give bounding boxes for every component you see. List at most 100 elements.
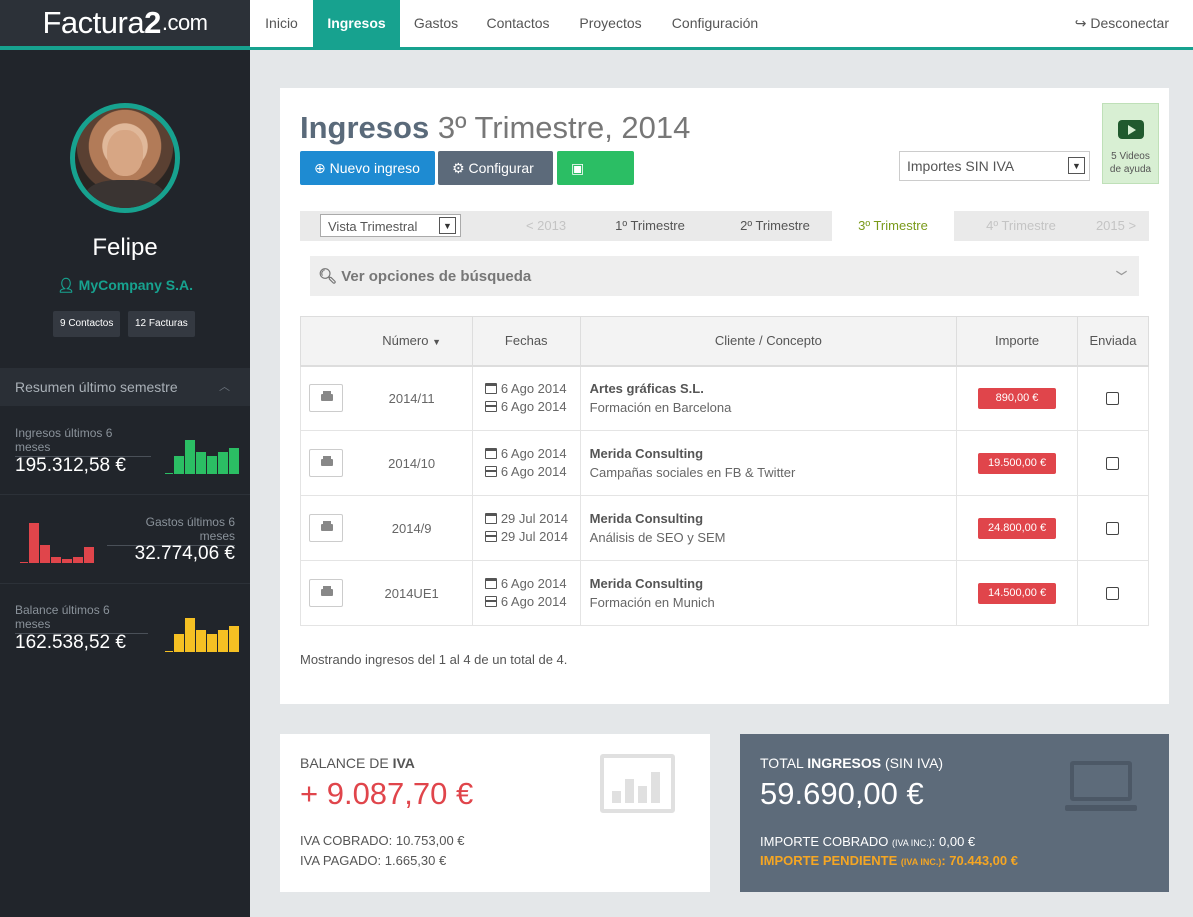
chevron-down-icon: ﹀ — [1116, 271, 1127, 283]
logout-button[interactable]: ↪ Desconectar — [1075, 0, 1169, 47]
company-name[interactable]: 👤︎ MyCompany S.A. — [0, 277, 250, 294]
sparkline-bar — [196, 630, 206, 652]
column-client[interactable]: Cliente / Concepto — [579, 316, 958, 367]
nav-contactos[interactable]: Contactos — [472, 0, 564, 48]
app-logo[interactable]: Factura 2 .com — [0, 0, 250, 50]
column-amount[interactable]: Importe — [956, 316, 1078, 367]
table-row[interactable]: 2014/10 6 Ago 2014 6 Ago 2014 Merida Consul… — [300, 430, 1150, 496]
stat-ingresos: Ingresos últimos 6 meses 195.312,58 € — [0, 407, 250, 495]
sparkline-bar — [218, 630, 228, 652]
excel-export-button[interactable]: ▣ Excel — [557, 151, 634, 210]
sparkline-bar — [84, 547, 94, 563]
user-name: Felipe — [92, 234, 158, 261]
column-number[interactable]: Número ▼ — [351, 316, 473, 367]
invoice-number[interactable]: 2014UE1 — [351, 560, 473, 626]
iva-balance-value: + 9.087,70 € — [300, 776, 474, 811]
quarter-next-year[interactable]: 2015 > — [1086, 211, 1146, 241]
nav-inicio[interactable]: Inicio — [250, 0, 313, 48]
sent-checkbox[interactable] — [1106, 456, 1120, 470]
nav-configuracion[interactable]: Configuración — [657, 0, 773, 48]
results-summary: Mostrando ingresos del 1 al 4 de un tota… — [300, 652, 568, 667]
issue-date: 29 Jul 2014 — [484, 510, 580, 528]
income-panel: Ingresos 3º Trimestre, 2014 ⊕ Nuevo ingr… — [280, 88, 1169, 704]
print-icon[interactable] — [309, 384, 344, 413]
avatar[interactable] — [70, 103, 180, 213]
invoices-count-badge[interactable]: 12 Facturas — [128, 311, 195, 337]
tax-mode-select[interactable]: Importes SIN IVA ▼ — [899, 151, 1090, 181]
print-icon[interactable] — [309, 449, 344, 477]
help-videos-button[interactable]: 5 Videos de ayuda — [1102, 103, 1159, 184]
quarter-4[interactable]: 4º Trimestre — [966, 211, 1076, 241]
sparkline — [165, 612, 240, 652]
table-row[interactable]: 2014/11 6 Ago 2014 6 Ago 2014 Artes gráfica… — [300, 365, 1150, 431]
sent-checkbox[interactable] — [1106, 391, 1120, 405]
credit-card-icon — [484, 531, 497, 542]
export-icon: ▣ — [571, 160, 585, 176]
amount-cell: 890,00 € — [956, 365, 1078, 431]
sent-checkbox[interactable] — [1106, 586, 1120, 600]
invoice-number[interactable]: 2014/9 — [351, 495, 473, 561]
nav-proyectos[interactable]: Proyectos — [564, 0, 657, 48]
payment-date: 6 Ago 2014 — [484, 463, 580, 481]
laptop-icon — [1065, 761, 1137, 811]
new-income-button[interactable]: ⊕ Nuevo ingreso — [300, 151, 435, 185]
plus-circle-icon: ⊕ — [314, 160, 330, 176]
client-name[interactable]: Artes gráficas S.L. — [590, 381, 704, 396]
view-mode-select[interactable]: Vista Trimestral ▼ — [320, 214, 461, 237]
credit-card-icon — [484, 401, 497, 413]
chevron-down-icon: ▼ — [439, 217, 456, 234]
stat-label: Balance últimos 6 meses — [15, 603, 148, 634]
amount-badge: 24.800,00 € — [978, 517, 1057, 539]
stat-balance: Balance últimos 6 meses 162.538,52 € — [0, 585, 250, 673]
client-cell: Merida Consulting Formación en Munich — [579, 560, 958, 626]
column-dates[interactable]: Fechas — [471, 316, 581, 367]
total-title: TOTAL INGRESOS (SIN IVA) — [760, 755, 944, 771]
quarter-2[interactable]: 2º Trimestre — [720, 211, 830, 241]
print-cell — [300, 495, 352, 561]
sparkline-bar — [174, 634, 184, 652]
column-sent[interactable]: Enviada — [1076, 316, 1150, 367]
calendar-icon — [484, 383, 497, 395]
summary-header[interactable]: Resumen último semestre ︿ — [0, 368, 250, 406]
table-row[interactable]: 2014UE1 6 Ago 2014 6 Ago 2014 Merida Consul… — [300, 560, 1150, 626]
quarter-3-active[interactable]: 3º Trimestre — [832, 211, 954, 241]
quarter-1[interactable]: 1º Trimestre — [595, 211, 705, 241]
iva-collected: IVA COBRADO: 10.753,00 € — [300, 833, 465, 848]
print-icon[interactable] — [309, 579, 344, 607]
dates-cell: 6 Ago 2014 6 Ago 2014 — [471, 560, 581, 626]
stat-label: Ingresos últimos 6 meses — [15, 426, 151, 457]
client-name[interactable]: Merida Consulting — [590, 446, 703, 461]
table-row[interactable]: 2014/9 29 Jul 2014 29 Jul 2014 Merida Consu… — [300, 495, 1150, 561]
search-options-toggle[interactable]: 🔍︎ Ver opciones de búsqueda ﹀ — [310, 256, 1139, 296]
stat-value: 195.312,58 € — [15, 455, 126, 476]
sparkline — [20, 523, 95, 563]
sparkline-bar — [51, 557, 61, 563]
print-column-header — [300, 316, 352, 367]
client-cell: Merida Consulting Análisis de SEO y SEM — [579, 495, 958, 561]
dates-cell: 6 Ago 2014 6 Ago 2014 — [471, 430, 581, 496]
client-name[interactable]: Merida Consulting — [590, 576, 703, 591]
sent-checkbox[interactable] — [1106, 521, 1120, 535]
sign-out-icon: ↪ — [1074, 15, 1091, 31]
nav-gastos[interactable]: Gastos — [400, 0, 472, 48]
invoice-number[interactable]: 2014/10 — [351, 430, 473, 496]
nav-ingresos[interactable]: Ingresos — [313, 0, 400, 48]
user-icon: 👤︎ — [56, 277, 79, 293]
concept: Análisis de SEO y SEM — [589, 530, 726, 545]
play-video-icon — [1118, 120, 1144, 139]
print-icon[interactable] — [309, 514, 344, 542]
sidebar: Factura 2 .com Felipe 👤︎ MyCompany S.A. 9 … — [0, 0, 250, 917]
contacts-count-badge[interactable]: 9 Contactos — [53, 311, 121, 337]
bar-chart-icon — [600, 754, 675, 813]
amount-badge: 19.500,00 € — [978, 452, 1057, 474]
client-name[interactable]: Merida Consulting — [590, 511, 703, 526]
sparkline-bar — [229, 448, 239, 474]
amount-badge: 14.500,00 € — [978, 582, 1057, 604]
chevron-up-icon: ︿ — [219, 381, 230, 393]
sparkline-bar — [207, 456, 217, 474]
invoice-number[interactable]: 2014/11 — [351, 365, 473, 431]
stat-label: Gastos últimos 6 meses — [107, 515, 235, 546]
quarter-prev-year[interactable]: < 2013 — [506, 211, 586, 241]
configure-button[interactable]: ⚙ Configurar — [438, 151, 553, 185]
sparkline-baseline — [20, 562, 28, 563]
